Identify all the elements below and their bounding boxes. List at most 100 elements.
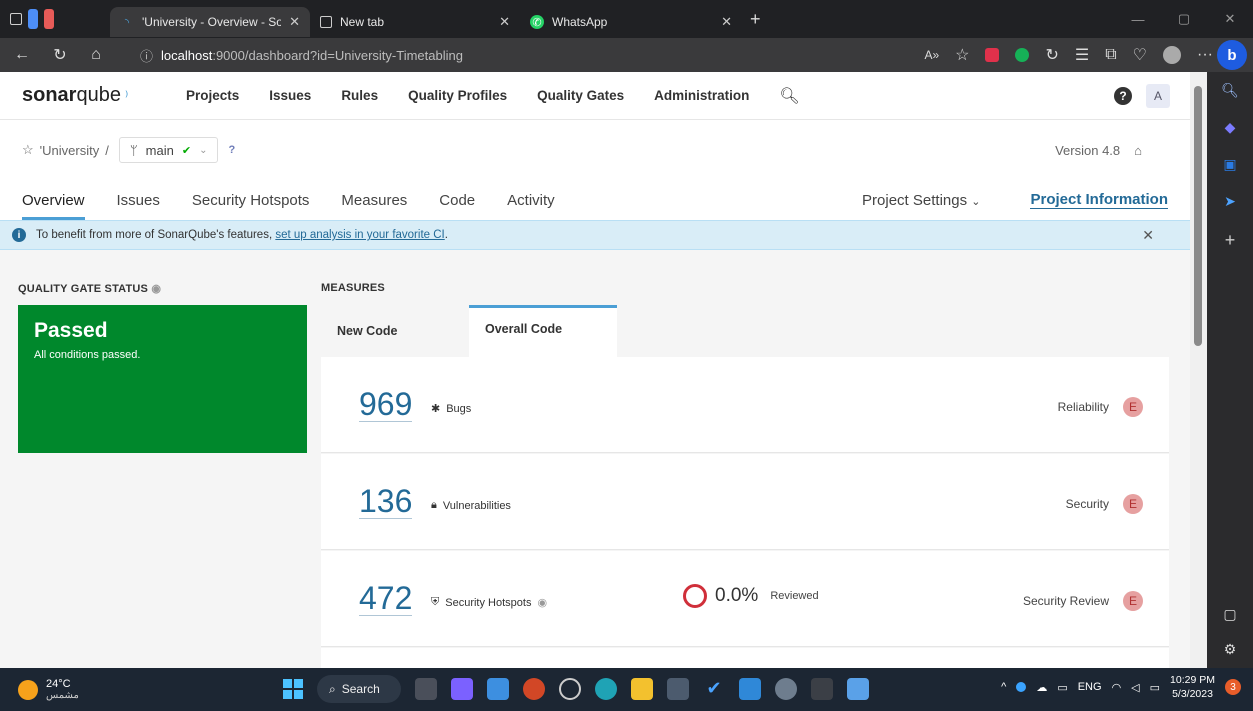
file-explorer-icon[interactable] xyxy=(631,678,653,700)
vulnerabilities-count[interactable]: 136 xyxy=(359,484,413,519)
minimize-icon[interactable]: — xyxy=(1115,12,1161,27)
tab-activity[interactable]: Activity xyxy=(507,192,555,209)
task-view-icon[interactable] xyxy=(415,678,437,700)
project-settings-menu[interactable]: Project Settings ⌄ xyxy=(862,192,980,209)
search-icon[interactable]: 🔍︎ xyxy=(779,86,799,106)
chevron-up-icon[interactable]: ^ xyxy=(1001,681,1006,693)
hotspots-reviewed: 0.0% Reviewed xyxy=(683,584,819,608)
close-tab-icon[interactable]: ✕ xyxy=(499,14,510,30)
grammarly-icon[interactable] xyxy=(1015,48,1030,62)
close-icon[interactable]: ✕ xyxy=(1142,227,1154,244)
notification-badge[interactable]: 3 xyxy=(1225,679,1241,695)
favorite-icon[interactable]: ☆ xyxy=(955,45,969,65)
close-tab-icon[interactable]: ✕ xyxy=(721,14,732,30)
info-icon[interactable]: ⓘ xyxy=(140,46,153,65)
refresh-ext-icon[interactable]: ↻ xyxy=(1045,45,1058,65)
split-screen-icon[interactable]: ▢ xyxy=(1223,606,1236,623)
chat-app-icon[interactable] xyxy=(451,678,473,700)
back-icon[interactable]: ← xyxy=(8,46,36,64)
refresh-icon[interactable]: ↻ xyxy=(46,45,74,65)
tab-whatsapp[interactable]: ✆ WhatsApp ✕ xyxy=(520,7,742,37)
setup-ci-link[interactable]: set up analysis in your favorite CI xyxy=(275,229,444,241)
workspaces-icon[interactable] xyxy=(10,13,22,25)
branch-help-icon[interactable]: ? xyxy=(228,144,235,156)
bugs-count[interactable]: 969 xyxy=(359,387,413,422)
telegram-icon[interactable]: ➤ xyxy=(1224,193,1236,210)
favorites-bar-icon[interactable]: ☰ xyxy=(1075,45,1089,65)
url-field[interactable]: ⓘ localhost:9000/dashboard?id=University… xyxy=(140,42,900,68)
rating-grade[interactable]: E xyxy=(1123,397,1143,417)
chatgpt-icon[interactable] xyxy=(559,678,581,700)
cloud-icon[interactable]: ☁ xyxy=(1036,681,1047,694)
rating-label: Security Review xyxy=(1022,594,1109,608)
taskbar-search[interactable]: ⌕ Search xyxy=(317,675,401,703)
nav-projects[interactable]: Projects xyxy=(186,88,239,103)
tab-security-hotspots[interactable]: Security Hotspots xyxy=(192,192,310,209)
terminal-icon[interactable] xyxy=(811,678,833,700)
settings-icon[interactable]: ⚙ xyxy=(1224,641,1237,658)
scroll-thumb[interactable] xyxy=(1194,86,1202,346)
app-icon[interactable] xyxy=(775,678,797,700)
tray-app-icon[interactable] xyxy=(1016,682,1027,692)
start-icon[interactable] xyxy=(283,679,303,699)
nav-issues[interactable]: Issues xyxy=(269,88,311,103)
tab-overview[interactable]: Overview xyxy=(22,192,85,220)
read-aloud-icon[interactable]: A» xyxy=(924,48,939,62)
paint-icon[interactable] xyxy=(847,678,869,700)
language-indicator[interactable]: ENG xyxy=(1078,681,1102,693)
rating-grade[interactable]: E xyxy=(1123,591,1143,611)
help-icon[interactable]: ? xyxy=(1114,87,1132,105)
tab-newtab[interactable]: New tab ✕ xyxy=(310,7,520,37)
tab-overall-code[interactable]: Overall Code xyxy=(469,305,617,357)
weather-widget[interactable]: 24°C مشمس xyxy=(18,678,79,701)
new-tab-icon[interactable]: + xyxy=(750,9,761,30)
bing-chat-icon[interactable]: b xyxy=(1217,40,1247,70)
branch-selector[interactable]: ᛘ main ✔ ⌄ xyxy=(118,137,219,163)
tab-code[interactable]: Code xyxy=(439,192,475,209)
nav-administration[interactable]: Administration xyxy=(654,88,749,103)
battery-icon[interactable]: ▭ xyxy=(1150,681,1160,694)
user-avatar[interactable]: A xyxy=(1146,84,1170,108)
vscode-icon[interactable] xyxy=(739,678,761,700)
project-information-link[interactable]: Project Information xyxy=(1030,191,1168,209)
favorite-star-icon[interactable]: ☆ xyxy=(22,142,34,158)
add-icon[interactable]: + xyxy=(1225,230,1236,251)
mail-app-icon[interactable] xyxy=(487,678,509,700)
nav-quality-profiles[interactable]: Quality Profiles xyxy=(408,88,507,103)
search-icon[interactable]: 🔍︎ xyxy=(1221,82,1239,99)
todo-icon[interactable]: ✔ xyxy=(703,678,725,700)
tab-new-code[interactable]: New Code xyxy=(321,305,469,357)
project-name[interactable]: 'University xyxy=(40,143,100,158)
edge-icon[interactable] xyxy=(595,678,617,700)
reviewed-percent[interactable]: 0.0% xyxy=(715,585,758,607)
nav-quality-gates[interactable]: Quality Gates xyxy=(537,88,624,103)
tab-sonarqube[interactable]: ◝ 'University - Overview - SonarQu ✕ xyxy=(110,7,310,37)
home-icon[interactable]: ⌂ xyxy=(82,46,110,64)
nav-rules[interactable]: Rules xyxy=(341,88,378,103)
collections-icon[interactable]: ⧉ xyxy=(1105,46,1116,64)
outlook-icon[interactable]: ▣ xyxy=(1223,156,1236,173)
hotspots-count[interactable]: 472 xyxy=(359,581,413,616)
sonarqube-logo[interactable]: sonarqube ⁾ xyxy=(22,84,162,107)
copilot-icon[interactable]: ◆ xyxy=(1225,119,1236,136)
wifi-icon[interactable]: ◠ xyxy=(1112,681,1122,694)
extension-icon[interactable] xyxy=(985,48,1000,62)
performance-icon[interactable]: ♡ xyxy=(1133,45,1147,65)
clock[interactable]: 10:29 PM 5/3/2023 xyxy=(1170,673,1215,701)
tab-measures[interactable]: Measures xyxy=(341,192,407,209)
tab-issues[interactable]: Issues xyxy=(117,192,160,209)
profile-avatar-icon[interactable] xyxy=(1163,46,1182,64)
profile-pill-icon-2[interactable] xyxy=(44,9,54,29)
home-branch-icon[interactable]: ⌂ xyxy=(1134,143,1142,158)
close-tab-icon[interactable]: ✕ xyxy=(289,14,300,30)
restore-icon[interactable]: ▢ xyxy=(1161,11,1207,27)
more-icon[interactable]: ··· xyxy=(1197,46,1213,64)
keyboard-icon[interactable]: ▭ xyxy=(1057,681,1067,694)
rating-grade[interactable]: E xyxy=(1123,494,1143,514)
profile-pill-icon[interactable] xyxy=(28,9,38,29)
page-scrollbar[interactable] xyxy=(1190,72,1207,668)
volume-icon[interactable]: ◁ xyxy=(1131,681,1139,694)
powerpoint-icon[interactable] xyxy=(523,678,545,700)
close-window-icon[interactable]: ✕ xyxy=(1207,11,1253,27)
store-icon[interactable] xyxy=(667,678,689,700)
